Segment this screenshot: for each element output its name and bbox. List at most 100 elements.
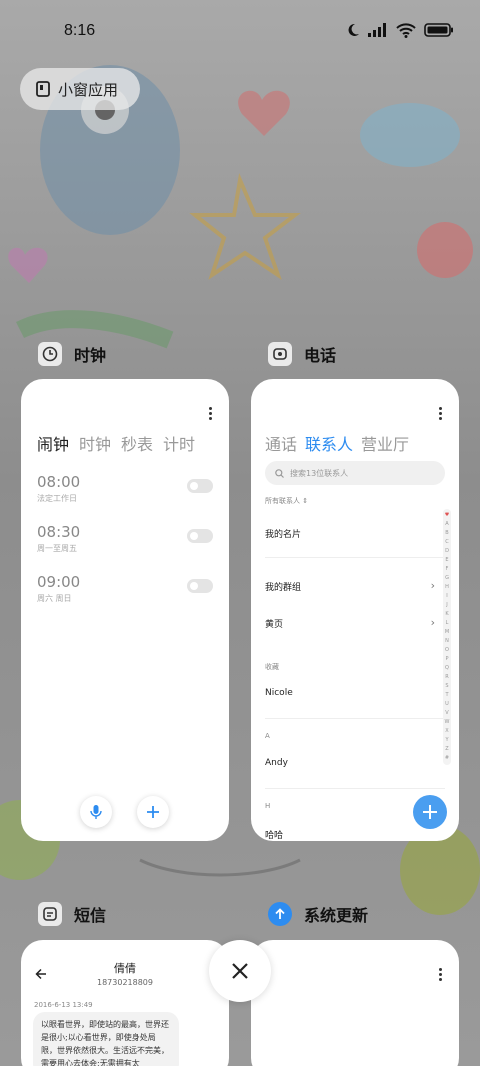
alarm-repeat: 周六 周日: [37, 594, 72, 603]
my-groups-row[interactable]: 我的群组 ›: [265, 579, 435, 593]
index-letter[interactable]: Y: [445, 736, 448, 745]
index-letter[interactable]: H: [445, 583, 449, 592]
clear-all-button[interactable]: [209, 940, 271, 1002]
contact-row[interactable]: Andy: [265, 758, 435, 768]
clock-app-card[interactable]: 闹钟 时钟 秒表 计时 08:00 法定工作日 08:30 周一至周五 09:0…: [21, 379, 229, 841]
alarm-item[interactable]: 09:00 周六 周日: [37, 573, 213, 604]
update-app-card[interactable]: [251, 940, 459, 1066]
tab-contacts[interactable]: 联系人: [305, 431, 353, 455]
my-groups-label: 我的群组: [265, 583, 302, 593]
index-letter[interactable]: U: [445, 700, 449, 709]
index-letter[interactable]: I: [446, 592, 447, 601]
index-letter[interactable]: O: [445, 646, 449, 655]
messages-app-name: 短信: [74, 906, 107, 925]
add-alarm-button[interactable]: [137, 796, 169, 828]
floating-window-apps-button[interactable]: 小窗应用: [20, 68, 140, 110]
index-letter[interactable]: K: [445, 610, 448, 619]
update-app-header: 系统更新: [268, 902, 368, 926]
index-letter[interactable]: Z: [445, 745, 448, 754]
index-letter[interactable]: E: [445, 556, 448, 565]
tab-alarm[interactable]: 闹钟: [37, 431, 69, 455]
search-icon: [275, 468, 284, 478]
messages-app-icon: [38, 902, 62, 926]
more-menu-icon[interactable]: [439, 407, 443, 422]
all-contacts-filter[interactable]: 所有联系人 ⇕: [265, 496, 308, 506]
message-timestamp: 2016-6-13 13:49: [34, 1001, 93, 1009]
alarm-item[interactable]: 08:00 法定工作日: [37, 473, 213, 504]
index-letter[interactable]: X: [445, 727, 448, 736]
contact-name: Andy: [265, 758, 288, 768]
index-letter[interactable]: C: [445, 538, 449, 547]
contact-row[interactable]: Nicole: [265, 688, 435, 698]
section-header-a: A: [265, 732, 270, 740]
index-letter[interactable]: M: [445, 628, 449, 637]
contact-search-input[interactable]: 搜索13位联系人: [265, 461, 445, 485]
alarm-toggle[interactable]: [187, 579, 213, 593]
more-menu-icon[interactable]: [209, 407, 213, 422]
signal-icon: [368, 23, 386, 37]
add-contact-button[interactable]: [413, 795, 447, 829]
index-letter[interactable]: A: [445, 520, 448, 529]
tab-stopwatch[interactable]: 秒表: [121, 431, 153, 455]
index-letter[interactable]: ♥: [445, 511, 449, 520]
contact-name: 哈哈: [265, 831, 284, 841]
index-letter[interactable]: B: [445, 529, 448, 538]
alphabet-index-bar[interactable]: ♥ A B C D E F G H I J K L M N O P Q R S T U V W X Y Z #: [443, 509, 451, 765]
moon-icon: [348, 23, 359, 36]
phone-tabs: 通话 联系人 营业厅: [265, 431, 409, 455]
alarm-toggle[interactable]: [187, 479, 213, 493]
contact-name: 倩倩: [114, 962, 136, 975]
index-letter[interactable]: N: [445, 637, 449, 646]
alarm-toggle[interactable]: [187, 529, 213, 543]
voice-alarm-button[interactable]: [80, 796, 112, 828]
phone-app-icon: [268, 342, 292, 366]
section-header-h: H: [265, 802, 271, 810]
clock-app-icon: [38, 342, 62, 366]
contact-row[interactable]: 哈哈: [265, 828, 435, 841]
my-card-row[interactable]: 我的名片: [265, 527, 435, 540]
favorites-header: 收藏: [265, 663, 279, 671]
conversation-header: 倩倩 18730218809: [21, 960, 229, 987]
index-letter[interactable]: L: [446, 619, 449, 628]
alarm-repeat: 周一至周五: [37, 544, 77, 553]
messages-app-card[interactable]: 倩倩 18730218809 2016-6-13 13:49 以眼看世界，即使站…: [21, 940, 229, 1066]
index-letter[interactable]: P: [445, 655, 448, 664]
more-menu-icon[interactable]: [439, 968, 443, 983]
index-letter[interactable]: D: [445, 547, 449, 556]
index-letter[interactable]: Q: [445, 664, 449, 673]
plus-icon: [147, 806, 159, 818]
phone-app-card[interactable]: 通话 联系人 营业厅 搜索13位联系人 所有联系人 ⇕ 我的名片 我的群组 › 黄…: [251, 379, 459, 841]
battery-icon: [424, 23, 453, 37]
all-contacts-label: 所有联系人: [265, 497, 300, 505]
my-card-label: 我的名片: [265, 530, 302, 540]
index-letter[interactable]: T: [445, 691, 448, 700]
phone-app-name: 电话: [304, 346, 337, 365]
divider: [265, 557, 445, 558]
update-app-name: 系统更新: [304, 906, 369, 925]
index-letter[interactable]: S: [445, 682, 448, 691]
index-letter[interactable]: W: [445, 718, 450, 727]
index-letter[interactable]: G: [445, 574, 449, 583]
close-icon: [232, 963, 248, 979]
wifi-icon: [396, 22, 416, 38]
index-letter[interactable]: #: [445, 754, 449, 763]
clock-app-header: 时钟: [38, 342, 106, 366]
index-letter[interactable]: J: [446, 601, 447, 610]
index-letter[interactable]: R: [445, 673, 448, 682]
contact-number: 18730218809: [97, 978, 153, 987]
floating-window-icon: [36, 81, 50, 97]
sort-icon: ⇕: [302, 497, 309, 505]
status-time: 8:16: [64, 22, 96, 39]
tab-calls[interactable]: 通话: [265, 431, 297, 455]
message-bubble: 以眼看世界，即使站的最高，世界还是很小;以心看世界，即使身处局限，世界依然很大。…: [33, 1012, 179, 1066]
divider: [265, 788, 445, 789]
tab-timer[interactable]: 计时: [163, 431, 195, 455]
index-letter[interactable]: V: [445, 709, 448, 718]
tab-service-hall[interactable]: 营业厅: [361, 431, 409, 455]
index-letter[interactable]: F: [446, 565, 449, 574]
divider: [265, 718, 445, 719]
alarm-item[interactable]: 08:30 周一至周五: [37, 523, 213, 554]
tab-clock[interactable]: 时钟: [79, 431, 111, 455]
floating-window-label: 小窗应用: [58, 80, 119, 99]
yellow-pages-row[interactable]: 黄页 ›: [265, 616, 435, 630]
